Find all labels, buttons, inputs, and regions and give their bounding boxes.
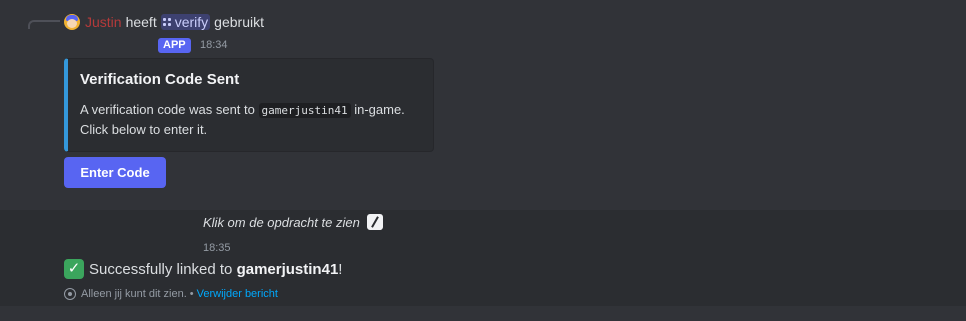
reply-username[interactable]: Justin: [85, 14, 122, 30]
success-message: ✓ Successfully linked to gamerjustin41!: [64, 259, 342, 279]
embed-description: A verification code was sent to gamerjus…: [80, 100, 430, 139]
success-suffix: !: [338, 260, 343, 278]
success-prefix: Successfully linked to: [89, 260, 233, 278]
embed-desc-before: A verification code was sent to: [80, 102, 255, 117]
next-message-area: [0, 306, 966, 321]
reply-connector-line: [28, 20, 60, 29]
ephemeral-text: Alleen jij kunt dit zien.: [81, 288, 187, 300]
view-command-text[interactable]: Klik om de opdracht te zien: [203, 215, 360, 230]
command-mention[interactable]: verify: [160, 14, 211, 30]
embed-desc-after: in-game.: [354, 102, 405, 117]
eye-icon: [64, 288, 76, 300]
reply-verb-after: gebruikt: [214, 14, 264, 30]
embed-title: Verification Code Sent: [80, 71, 240, 88]
embed-desc-line2: Click below to enter it.: [80, 122, 208, 137]
ephemeral-notice: Alleen jij kunt dit zien. • Verwijder be…: [64, 286, 278, 302]
pencil-icon[interactable]: [366, 214, 383, 230]
enter-code-button[interactable]: Enter Code: [64, 157, 166, 188]
separator-dot: •: [189, 288, 194, 300]
success-name: gamerjustin41: [236, 260, 339, 278]
message-timestamp[interactable]: 18:34: [200, 38, 228, 53]
embed-card: Verification Code Sent A verification co…: [64, 58, 434, 152]
check-mark-icon: ✓: [64, 259, 84, 279]
dismiss-message-link[interactable]: Verwijder bericht: [197, 288, 278, 300]
followup-timestamp[interactable]: 18:35: [203, 241, 231, 256]
command-name: verify: [174, 14, 209, 30]
slash-command-icon: [162, 17, 172, 27]
reply-header[interactable]: Justin heeft verify gebruikt: [64, 12, 268, 32]
view-command-prompt[interactable]: Klik om de opdracht te zien: [203, 212, 383, 232]
reply-verb-before: heeft: [125, 14, 157, 30]
embed-inline-code: gamerjustin41: [258, 103, 351, 118]
app-badge: APP: [158, 38, 191, 53]
user-avatar[interactable]: [64, 14, 80, 30]
